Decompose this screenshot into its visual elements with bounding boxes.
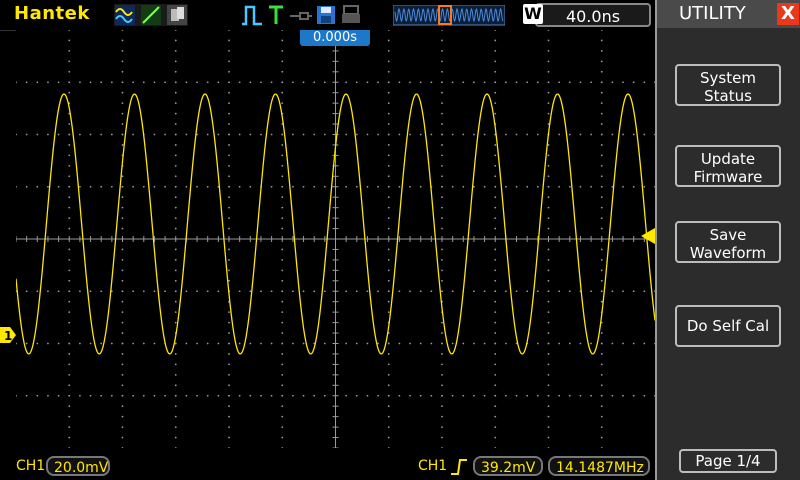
wave-mode-icon[interactable] bbox=[114, 4, 136, 26]
save-waveform-line2: Waveform bbox=[689, 244, 767, 262]
update-firmware-button[interactable]: Update Firmware bbox=[675, 145, 781, 187]
window-badge: W bbox=[523, 4, 543, 24]
pulse-trigger-icon[interactable] bbox=[240, 4, 264, 26]
trigger-level-marker[interactable] bbox=[641, 228, 655, 244]
self-cal-button[interactable]: Do Self Cal bbox=[675, 305, 781, 347]
frequency-readout: 14.1487MHz bbox=[548, 456, 650, 476]
display-mode-group bbox=[114, 4, 188, 26]
utility-menu: UTILITY X System Status Update Firmware … bbox=[655, 0, 800, 480]
ch1-label: CH1 bbox=[16, 458, 46, 474]
waveform-display[interactable] bbox=[16, 30, 655, 448]
rising-edge-icon bbox=[451, 459, 467, 475]
persist-icon[interactable] bbox=[166, 4, 188, 26]
trigger-t-icon[interactable] bbox=[266, 4, 286, 26]
system-status-line1: System bbox=[700, 69, 756, 87]
save-disk-icon[interactable] bbox=[315, 4, 337, 26]
timebase-readout[interactable]: 40.0ns bbox=[535, 3, 651, 27]
print-icon[interactable] bbox=[340, 4, 362, 26]
save-waveform-line1: Save bbox=[709, 226, 747, 244]
close-button[interactable]: X bbox=[777, 3, 799, 25]
page-indicator[interactable]: Page 1/4 bbox=[679, 449, 777, 473]
top-toolbar: Hantek W 40.0ns bbox=[0, 0, 655, 31]
trigger-channel-label: CH1 bbox=[418, 458, 448, 474]
update-firmware-line1: Update bbox=[700, 150, 756, 168]
ch1-scale[interactable]: 20.0mV bbox=[46, 456, 110, 476]
probe-icon[interactable] bbox=[288, 4, 314, 26]
trigger-position-readout[interactable]: 0.000s bbox=[300, 30, 370, 46]
line-mode-icon[interactable] bbox=[140, 4, 162, 26]
save-waveform-button[interactable]: Save Waveform bbox=[675, 221, 781, 263]
system-status-line2: Status bbox=[704, 87, 752, 105]
self-cal-label: Do Self Cal bbox=[686, 317, 770, 335]
trigger-level-readout[interactable]: 39.2mV bbox=[473, 456, 543, 476]
status-bar: CH1 20.0mV CH1 39.2mV 14.1487MHz bbox=[0, 452, 655, 480]
update-firmware-line2: Firmware bbox=[693, 168, 763, 186]
brand-logo: Hantek bbox=[14, 3, 90, 24]
system-status-button[interactable]: System Status bbox=[675, 64, 781, 106]
scope-grid bbox=[16, 30, 655, 448]
svg-text:1: 1 bbox=[4, 329, 12, 343]
channel1-marker[interactable]: 1 bbox=[0, 324, 16, 346]
memory-position-bar[interactable] bbox=[393, 5, 505, 27]
